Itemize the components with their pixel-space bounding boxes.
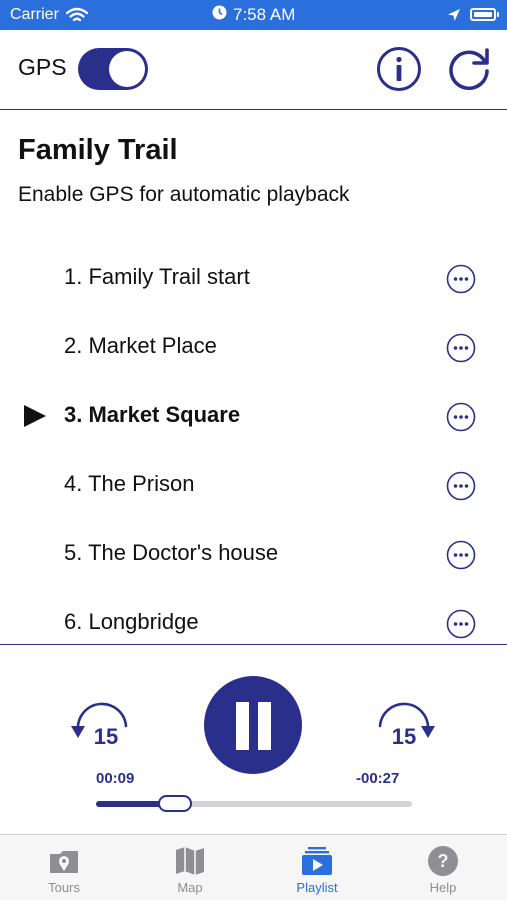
- playlist-item-label: 6. Longbridge: [64, 609, 199, 634]
- tours-icon: [50, 851, 78, 873]
- tab-map[interactable]: Map: [140, 843, 240, 899]
- battery-icon: [470, 8, 499, 21]
- top-toolbar: GPS: [0, 30, 507, 110]
- playlist-item[interactable]: 1. Family Trail start: [0, 244, 507, 313]
- tab-bar: Tours Map Playlist ? Help: [0, 834, 507, 900]
- more-options-icon[interactable]: [446, 471, 476, 501]
- status-clock: 7:58 AM: [212, 5, 295, 25]
- location-icon: [447, 8, 461, 27]
- playlist-item-label: 2. Market Place: [64, 333, 217, 358]
- help-icon: ?: [428, 846, 458, 876]
- tab-label: Map: [177, 880, 203, 895]
- info-button[interactable]: [376, 46, 422, 92]
- alarm-icon: [212, 5, 227, 25]
- more-options-icon[interactable]: [446, 402, 476, 432]
- gps-label: GPS: [18, 54, 67, 80]
- tab-tours[interactable]: Tours: [14, 843, 114, 899]
- playlist-item-label: 1. Family Trail start: [64, 264, 250, 289]
- trail-subtitle: Enable GPS for automatic playback: [18, 183, 350, 206]
- skip-forward-seconds: 15: [391, 724, 417, 749]
- progress-slider[interactable]: [96, 795, 412, 812]
- playlist: 1. Family Trail start 2. Market Place 3.…: [0, 244, 507, 644]
- skip-back-seconds: 15: [93, 724, 119, 749]
- playlist-item-label: 5. The Doctor's house: [64, 540, 279, 565]
- playlist-item-label: 3. Market Square: [64, 402, 241, 427]
- playlist-icon: [302, 847, 332, 875]
- more-options-icon[interactable]: [446, 333, 476, 363]
- playlist-item[interactable]: 6. Longbridge: [0, 589, 507, 644]
- tab-help[interactable]: ? Help: [393, 843, 493, 899]
- status-bar: Carrier 7:58 AM: [0, 0, 507, 30]
- tab-label: Playlist: [296, 880, 338, 895]
- svg-text:?: ?: [438, 851, 449, 871]
- player-divider: [0, 644, 507, 645]
- info-icon: [377, 47, 421, 91]
- map-icon: [176, 847, 204, 875]
- remaining-time: -00:27: [356, 770, 400, 787]
- now-playing-icon: [24, 405, 46, 427]
- wifi-icon: [65, 7, 89, 28]
- toggle-knob: [109, 51, 145, 87]
- more-options-icon[interactable]: [446, 609, 476, 639]
- carrier-label: Carrier: [10, 6, 59, 23]
- refresh-icon: [449, 48, 489, 91]
- tab-label: Help: [429, 880, 457, 895]
- pause-button[interactable]: [204, 676, 302, 774]
- gps-toggle[interactable]: [78, 48, 148, 90]
- pause-icon: [236, 702, 249, 750]
- more-options-icon[interactable]: [446, 264, 476, 294]
- tab-label: Tours: [48, 880, 80, 895]
- status-time: 7:58 AM: [233, 5, 296, 24]
- skip-forward-button[interactable]: 15: [372, 702, 438, 752]
- skip-back-button[interactable]: 15: [68, 702, 134, 752]
- elapsed-time: 00:09: [96, 770, 135, 787]
- playlist-item[interactable]: 4. The Prison: [0, 451, 507, 520]
- more-options-icon[interactable]: [446, 540, 476, 570]
- progress-thumb[interactable]: [158, 795, 192, 812]
- playlist-item-active[interactable]: 3. Market Square: [0, 382, 507, 451]
- playlist-item[interactable]: 5. The Doctor's house: [0, 520, 507, 589]
- playlist-item-label: 4. The Prison: [64, 471, 195, 496]
- refresh-button[interactable]: [444, 44, 494, 94]
- playlist-item[interactable]: 2. Market Place: [0, 313, 507, 382]
- tab-playlist[interactable]: Playlist: [267, 843, 367, 899]
- trail-title: Family Trail: [18, 134, 178, 166]
